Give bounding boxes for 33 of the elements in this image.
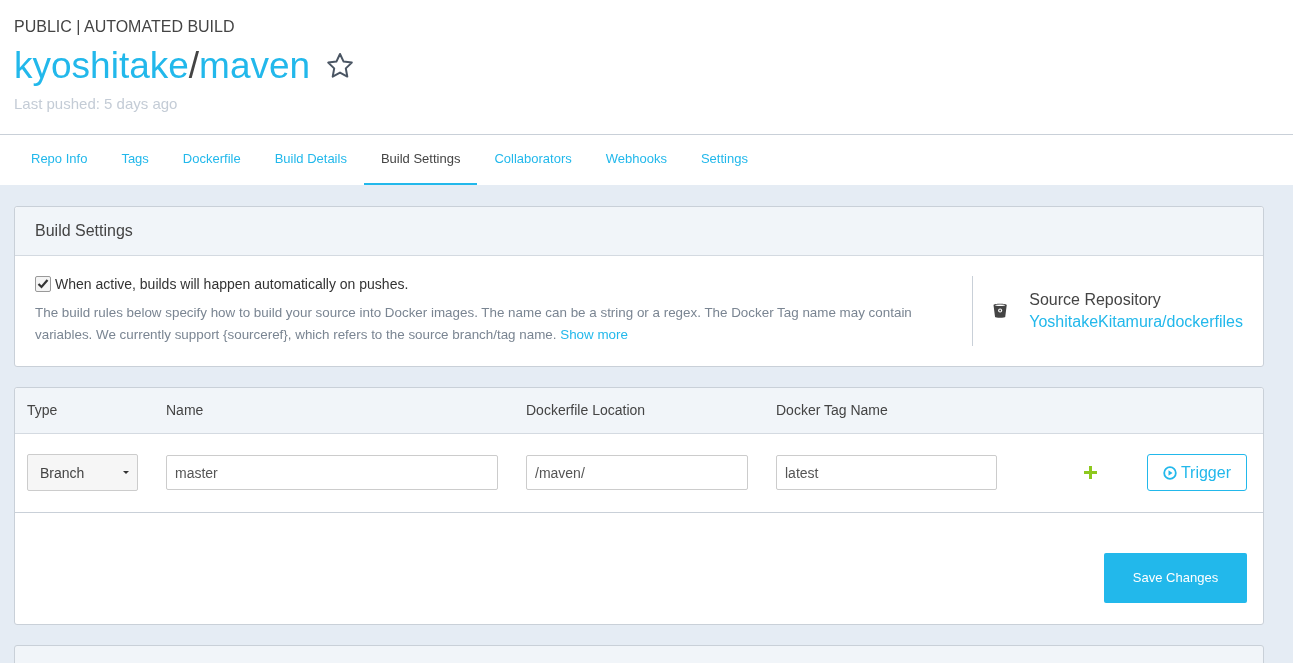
repo-visibility: PUBLIC | AUTOMATED BUILD [14,18,236,36]
build-rules-description: The build rules below specify how to build your source into Docker images. The name can be a string or a regex. The Docker Tag name may contain variables. We currently support {sourceref}, which refers to the source branch/tag name. Show more [35,303,913,344]
input-field[interactable]: master [166,455,498,491]
separator: / [188,45,200,86]
play-icon [1162,465,1177,480]
column-header: Type [26,402,59,419]
checkbox-label: When active, builds will happen automatically on pushes. [55,275,409,292]
repo-name: maven [199,45,311,86]
nav-tab[interactable]: Build Details [257,134,364,185]
column-header: Docker Tag Name [775,402,889,419]
input-field[interactable]: latest [776,455,997,491]
nav-tab[interactable]: Webhooks [588,134,684,185]
trigger-button[interactable]: Trigger [1146,454,1247,492]
panel-title: Build Settings [15,206,1263,256]
source-repository-label: Source Repository [1029,290,1162,309]
input-field[interactable]: /maven/ [526,455,748,491]
type-dropdown[interactable]: Branch [27,454,138,492]
nav-tab[interactable]: Collaborators [477,134,589,185]
column-header: Dockerfile Location [525,402,647,419]
nav-tab[interactable]: Repo Info [14,134,105,185]
star-icon[interactable] [326,52,355,81]
nav-tab[interactable]: Tags [104,134,166,185]
save-changes-button[interactable]: Save Changes [1104,552,1247,603]
auto-build-checkbox[interactable] [35,275,51,292]
show-more-link[interactable]: Show more [560,326,628,342]
column-header: Name [165,402,205,419]
last-pushed: Last pushed: 5 days ago [14,94,179,112]
nav-tab[interactable]: Settings [683,134,765,185]
caret-icon [123,471,129,475]
owner-link[interactable]: kyoshitake [14,45,189,86]
source-repository-link[interactable]: YoshitakeKitamura/dockerfiles [1029,312,1243,331]
nav-tab[interactable]: Build Settings [363,134,478,185]
nav-tab[interactable]: Dockerfile [165,134,258,185]
